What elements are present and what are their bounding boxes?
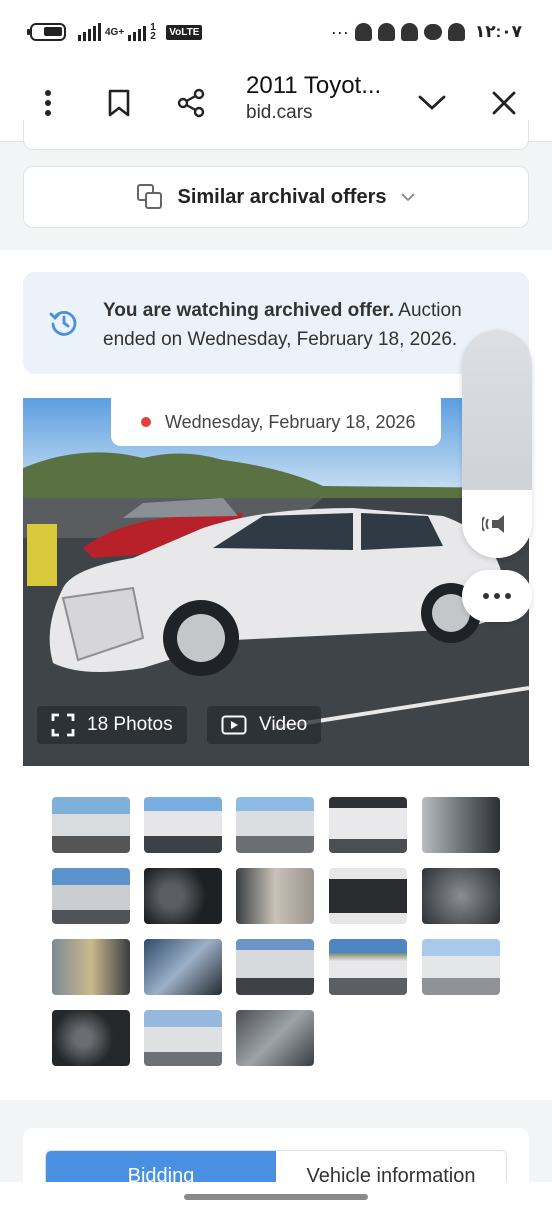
dot xyxy=(505,593,511,599)
auction-date: Wednesday, February 18, 2026 xyxy=(165,411,416,432)
photos-button[interactable]: 18 Photos xyxy=(37,706,187,744)
chevron-down-icon xyxy=(401,193,416,202)
sim-indicator: 1 2 xyxy=(150,22,156,42)
status-dot xyxy=(141,417,151,427)
battery-icon xyxy=(27,23,66,41)
dot xyxy=(494,593,500,599)
thumbnail[interactable] xyxy=(52,797,130,853)
network-label: 4G+ xyxy=(105,26,125,38)
snapchat-icon xyxy=(400,23,418,41)
dot xyxy=(483,593,489,599)
thumbnail[interactable] xyxy=(52,939,130,995)
archived-notice-text: You are watching archived offer. Auction… xyxy=(103,296,473,354)
close-icon[interactable] xyxy=(482,81,526,125)
thumbnail[interactable] xyxy=(422,797,500,853)
floating-more-button[interactable] xyxy=(462,570,532,622)
home-indicator[interactable] xyxy=(184,1194,368,1200)
thumbnail[interactable] xyxy=(144,939,222,995)
thumbnail[interactable] xyxy=(144,868,222,924)
page-title-area[interactable]: 2011 Toyot... bid.cars xyxy=(246,72,381,124)
clock: ١٢:٠٧ xyxy=(474,22,522,41)
notice-bold: You are watching archived offer. xyxy=(103,300,395,321)
signal-icon xyxy=(78,23,101,41)
speaker-icon xyxy=(482,515,504,533)
photos-count-label: 18 Photos xyxy=(87,714,173,735)
thumbnail[interactable] xyxy=(422,868,500,924)
thumbnail[interactable] xyxy=(329,939,407,995)
thumbnail[interactable] xyxy=(236,1010,314,1066)
more-notifications: ··· xyxy=(330,21,349,42)
auction-date-pill: Wednesday, February 18, 2026 xyxy=(111,398,441,446)
floating-panel-audio[interactable] xyxy=(462,490,532,558)
share-icon[interactable] xyxy=(169,81,213,125)
chevron-down-icon[interactable] xyxy=(410,81,454,125)
similar-offers-label: Similar archival offers xyxy=(177,185,387,208)
snapchat-icon xyxy=(447,23,465,41)
volte-badge: VoLTE xyxy=(166,24,203,40)
snapchat-icon xyxy=(354,23,372,41)
similar-offers-button[interactable]: Similar archival offers xyxy=(23,166,529,228)
archived-notice: You are watching archived offer. Auction… xyxy=(23,272,529,374)
thumbnail[interactable] xyxy=(144,1010,222,1066)
more-vert-icon[interactable] xyxy=(26,81,70,125)
video-label: Video xyxy=(259,714,308,735)
thumbnail[interactable] xyxy=(144,797,222,853)
status-bar: 4G+ 1 2 VoLTE ··· ١٢:٠٧ xyxy=(0,0,552,64)
signal-icon-2 xyxy=(128,23,147,41)
history-icon xyxy=(49,310,77,336)
thumbnail[interactable] xyxy=(236,939,314,995)
video-button[interactable]: Video xyxy=(207,706,322,744)
page-title: 2011 Toyot... xyxy=(246,72,382,99)
video-icon xyxy=(221,715,247,735)
fullscreen-icon xyxy=(51,713,75,737)
thumbnail[interactable] xyxy=(52,868,130,924)
thumbnail[interactable] xyxy=(52,1010,130,1066)
copy-icon xyxy=(136,184,162,209)
previous-card-edge xyxy=(23,120,529,150)
chat-icon xyxy=(423,24,442,40)
snapchat-icon xyxy=(377,23,395,41)
thumbnail[interactable] xyxy=(236,797,314,853)
thumbnail[interactable] xyxy=(422,939,500,995)
bookmark-icon[interactable] xyxy=(97,81,141,125)
thumbnail[interactable] xyxy=(329,797,407,853)
thumbnail[interactable] xyxy=(236,868,314,924)
thumbnail[interactable] xyxy=(329,868,407,924)
